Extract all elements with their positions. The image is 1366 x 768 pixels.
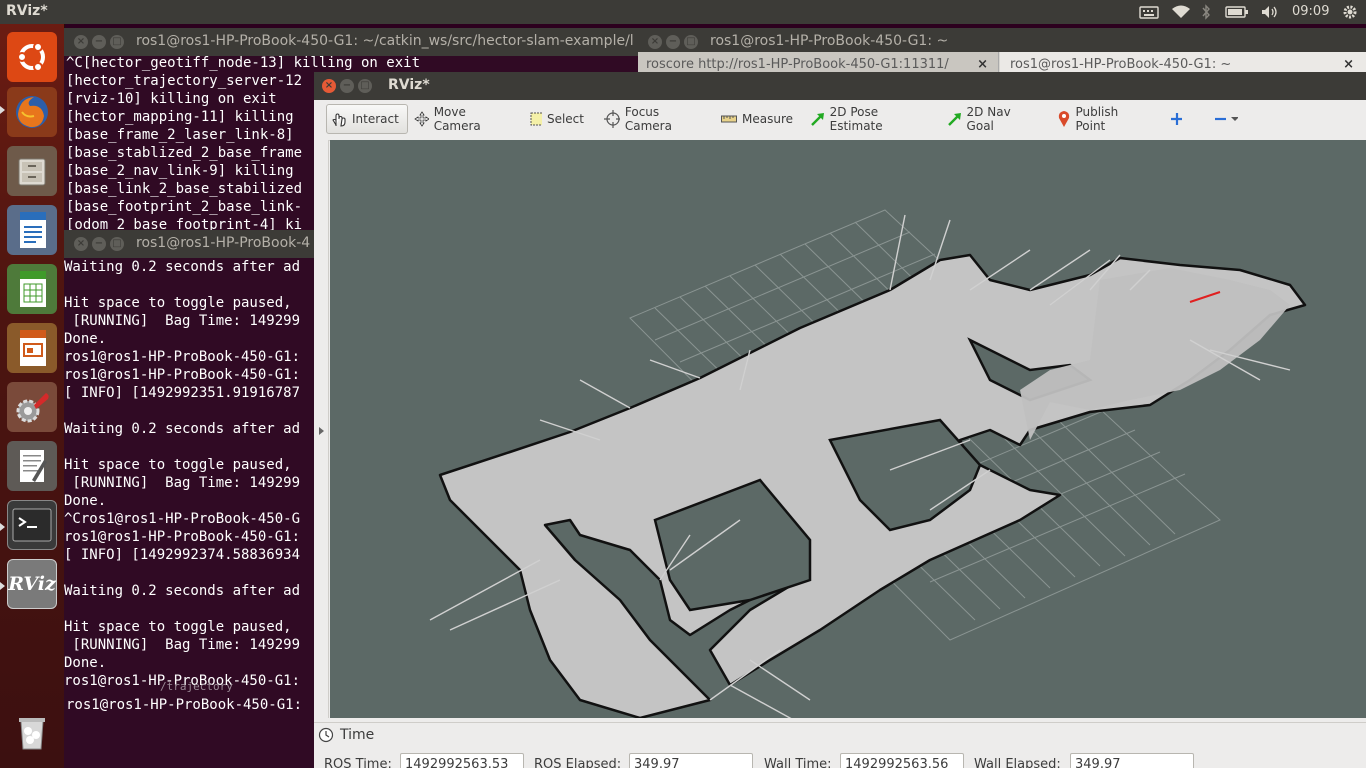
ros-time-field[interactable]: 1492992563.53 xyxy=(400,753,524,768)
map-pin-icon xyxy=(1058,111,1070,127)
minimize-icon[interactable]: − xyxy=(340,79,354,93)
hand-pointer-icon xyxy=(332,113,346,127)
green-arrow-icon xyxy=(811,113,824,126)
wrench-gear-icon[interactable] xyxy=(7,382,57,432)
terminal-back-prompt[interactable]: ros1@ros1-HP-ProBook-450-G1: xyxy=(64,696,316,716)
pose-estimate-label: 2D Pose Estimate xyxy=(829,105,883,133)
top-panel: RViz* 09:09 xyxy=(0,0,1366,24)
tab-close-icon[interactable]: × xyxy=(1343,57,1354,72)
measure-label: Measure xyxy=(742,112,793,126)
wall-time-label: Wall Time: xyxy=(764,757,832,768)
text-editor-icon[interactable] xyxy=(7,441,57,491)
wall-elapsed-field[interactable]: 349.97 xyxy=(1070,753,1194,768)
time-panel-header[interactable]: Time xyxy=(318,727,374,743)
plus-icon xyxy=(1171,113,1182,125)
keyboard-icon[interactable] xyxy=(1138,4,1160,20)
minimize-icon[interactable]: − xyxy=(666,35,680,49)
interact-label: Interact xyxy=(352,112,399,126)
running-pip xyxy=(0,523,5,531)
selection-box-icon xyxy=(530,112,542,126)
rviz-window[interactable]: × − □ RViz* Interact Move Camera Select … xyxy=(314,72,1366,768)
chevron-down-icon xyxy=(1231,117,1238,121)
close-icon[interactable]: × xyxy=(74,35,88,49)
expand-arrow-icon[interactable] xyxy=(316,425,328,437)
calc-sheet-icon[interactable] xyxy=(7,264,57,314)
tab-label: ros1@ros1-HP-ProBook-450-G1: ~ xyxy=(1010,56,1232,72)
wall-elapsed-label: Wall Elapsed: xyxy=(974,757,1061,768)
trajectory-fragment: /trajectory xyxy=(160,680,233,693)
occupancy-map[interactable] xyxy=(330,140,1366,718)
publish-point-label: Publish Point xyxy=(1075,105,1119,133)
move-camera-label: Move Camera xyxy=(433,105,481,133)
rviz-title: RViz* xyxy=(388,77,430,93)
collapsed-side-panel[interactable] xyxy=(314,140,329,718)
focus-camera-label: Focus Camera xyxy=(624,105,672,133)
time-panel: Time ROS Time: 1492992563.53 ROS Elapsed… xyxy=(314,722,1366,768)
impress-slide-icon[interactable] xyxy=(7,323,57,373)
launcher: RViz xyxy=(0,24,65,768)
minus-icon xyxy=(1215,117,1227,121)
select-label: Select xyxy=(546,112,584,126)
trash-icon[interactable] xyxy=(7,708,57,758)
time-panel-title: Time xyxy=(340,727,375,743)
crosshair-icon xyxy=(604,110,620,128)
battery-icon[interactable] xyxy=(1224,4,1250,20)
terminal-front-output[interactable]: Waiting 0.2 seconds after ad Hit space t… xyxy=(64,258,300,690)
move-arrows-icon xyxy=(414,111,429,127)
green-arrow-icon xyxy=(948,113,961,126)
add-tool-button[interactable] xyxy=(1166,104,1186,134)
close-icon[interactable]: × xyxy=(74,237,88,251)
terminal-window-front[interactable]: × − □ ros1@ros1-HP-ProBook-4 Waiting 0.2 s… xyxy=(64,230,314,768)
running-pip xyxy=(0,106,5,114)
writer-doc-icon[interactable] xyxy=(7,205,57,255)
rviz-titlebar[interactable]: × − □ RViz* xyxy=(314,72,1366,100)
volume-icon[interactable] xyxy=(1260,4,1280,20)
ruler-icon xyxy=(721,115,737,123)
gear-icon[interactable] xyxy=(1340,4,1360,20)
minimize-icon[interactable]: − xyxy=(92,237,106,251)
terminal-front-title: ros1@ros1-HP-ProBook-4 xyxy=(136,235,311,251)
publish-point-tool-button[interactable]: Publish Point xyxy=(1053,104,1153,134)
clock-icon xyxy=(318,727,334,743)
focus-camera-tool-button[interactable]: Focus Camera xyxy=(600,104,704,134)
tab-close-icon[interactable]: × xyxy=(977,57,988,72)
ros-elapsed-field[interactable]: 349.97 xyxy=(629,753,753,768)
select-tool-button[interactable]: Select xyxy=(526,104,588,134)
terminal-back-titlebar[interactable]: × − □ ros1@ros1-HP-ProBook-450-G1: ~/catki… xyxy=(64,28,638,56)
maximize-icon[interactable]: □ xyxy=(684,35,698,49)
terminal-icon[interactable] xyxy=(7,500,57,550)
maximize-icon[interactable]: □ xyxy=(110,35,124,49)
ubuntu-logo-icon[interactable] xyxy=(7,32,57,82)
terminal-back-title: ros1@ros1-HP-ProBook-450-G1: ~/catkin_ws… xyxy=(136,33,634,49)
wifi-icon[interactable] xyxy=(1170,4,1192,20)
nav-goal-tool-button[interactable]: 2D Nav Goal xyxy=(943,104,1039,134)
close-icon[interactable]: × xyxy=(648,35,662,49)
bluetooth-icon[interactable] xyxy=(1199,4,1213,20)
close-icon[interactable]: × xyxy=(322,79,336,93)
active-app-title: RViz* xyxy=(6,3,48,19)
ros-time-label: ROS Time: xyxy=(324,757,392,768)
measure-tool-button[interactable]: Measure xyxy=(717,104,797,134)
terminal-front-titlebar[interactable]: × − □ ros1@ros1-HP-ProBook-4 xyxy=(64,230,314,258)
rviz-launcher-label: RViz xyxy=(8,573,56,595)
maximize-icon[interactable]: □ xyxy=(110,237,124,251)
interact-tool-button[interactable]: Interact xyxy=(326,104,408,134)
rviz-icon[interactable]: RViz xyxy=(7,559,57,609)
rviz-toolbar: Interact Move Camera Select Focus Camera… xyxy=(314,100,1366,141)
ros-elapsed-label: ROS Elapsed: xyxy=(534,757,622,768)
minimize-icon[interactable]: − xyxy=(92,35,106,49)
file-cabinet-icon[interactable] xyxy=(7,146,57,196)
3d-viewport[interactable] xyxy=(330,140,1366,718)
terminal-right-title: ros1@ros1-HP-ProBook-450-G1: ~ xyxy=(710,33,949,49)
nav-goal-label: 2D Nav Goal xyxy=(966,105,1011,133)
wall-time-field[interactable]: 1492992563.56 xyxy=(840,753,964,768)
pose-estimate-tool-button[interactable]: 2D Pose Estimate xyxy=(806,104,930,134)
clock[interactable]: 09:09 xyxy=(1292,4,1329,19)
maximize-icon[interactable]: □ xyxy=(358,79,372,93)
tab-label: roscore http://ros1-HP-ProBook-450-G1:11… xyxy=(646,56,949,72)
running-pip xyxy=(0,582,5,590)
firefox-icon[interactable] xyxy=(7,87,57,137)
remove-tool-button[interactable] xyxy=(1210,104,1242,134)
move-camera-tool-button[interactable]: Move Camera xyxy=(410,104,514,134)
